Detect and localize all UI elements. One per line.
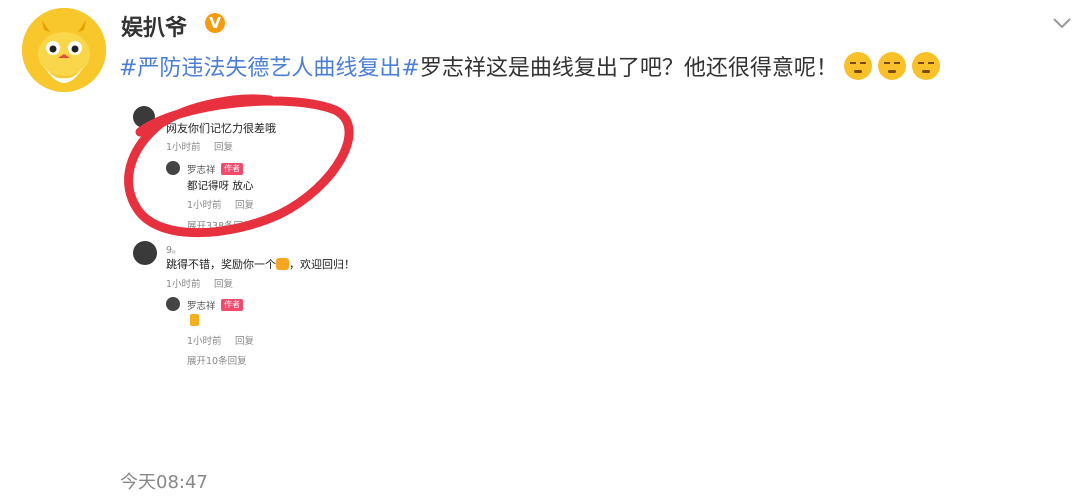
expand-replies-link[interactable]: 展开10条回复 xyxy=(187,353,247,367)
verified-badge-icon: V xyxy=(203,11,227,35)
hashtag-link[interactable]: #严防违法失德艺人曲线复出# xyxy=(119,56,420,81)
commenter-name: 9。 xyxy=(166,245,182,256)
smirk-emoji-icon xyxy=(877,52,906,80)
author-name: 罗志祥 xyxy=(187,301,216,312)
smirk-emoji-icon xyxy=(843,52,872,80)
comment-time: 1小时前 xyxy=(166,279,201,290)
red-circle-annotation xyxy=(124,94,354,238)
author-avatar xyxy=(166,297,180,311)
gold-medal-icon xyxy=(190,314,199,326)
avatar[interactable] xyxy=(22,8,106,92)
thumbs-up-icon xyxy=(276,258,289,270)
username[interactable]: 娱扒爷 xyxy=(121,10,187,42)
post-body: 罗志祥这是曲线复出了吧？他还很得意呢！ xyxy=(419,56,838,81)
comment-text-part: ，欢迎回归！ xyxy=(289,258,355,271)
post-timestamp: 今天08:47 xyxy=(120,472,208,493)
comment-text: 跳得不错，奖励你一个 ，欢迎回归！ xyxy=(166,256,355,272)
commenter-avatar xyxy=(133,241,157,265)
dragon-avatar-icon xyxy=(22,8,106,92)
reply-link[interactable]: 回复 xyxy=(214,276,233,290)
reply-link[interactable]: 回复 xyxy=(235,333,254,347)
smirk-emoji-icon xyxy=(911,52,940,80)
chevron-down-icon[interactable] xyxy=(1052,16,1072,30)
author-badge: 作者 xyxy=(221,299,243,311)
post-text: #严防违法失德艺人曲线复出#罗志祥这是曲线复出了吧？他还很得意呢！ xyxy=(119,50,940,82)
comment-text-part: 跳得不错，奖励你一个 xyxy=(166,258,276,271)
reply-time: 1小时前 xyxy=(187,336,222,347)
